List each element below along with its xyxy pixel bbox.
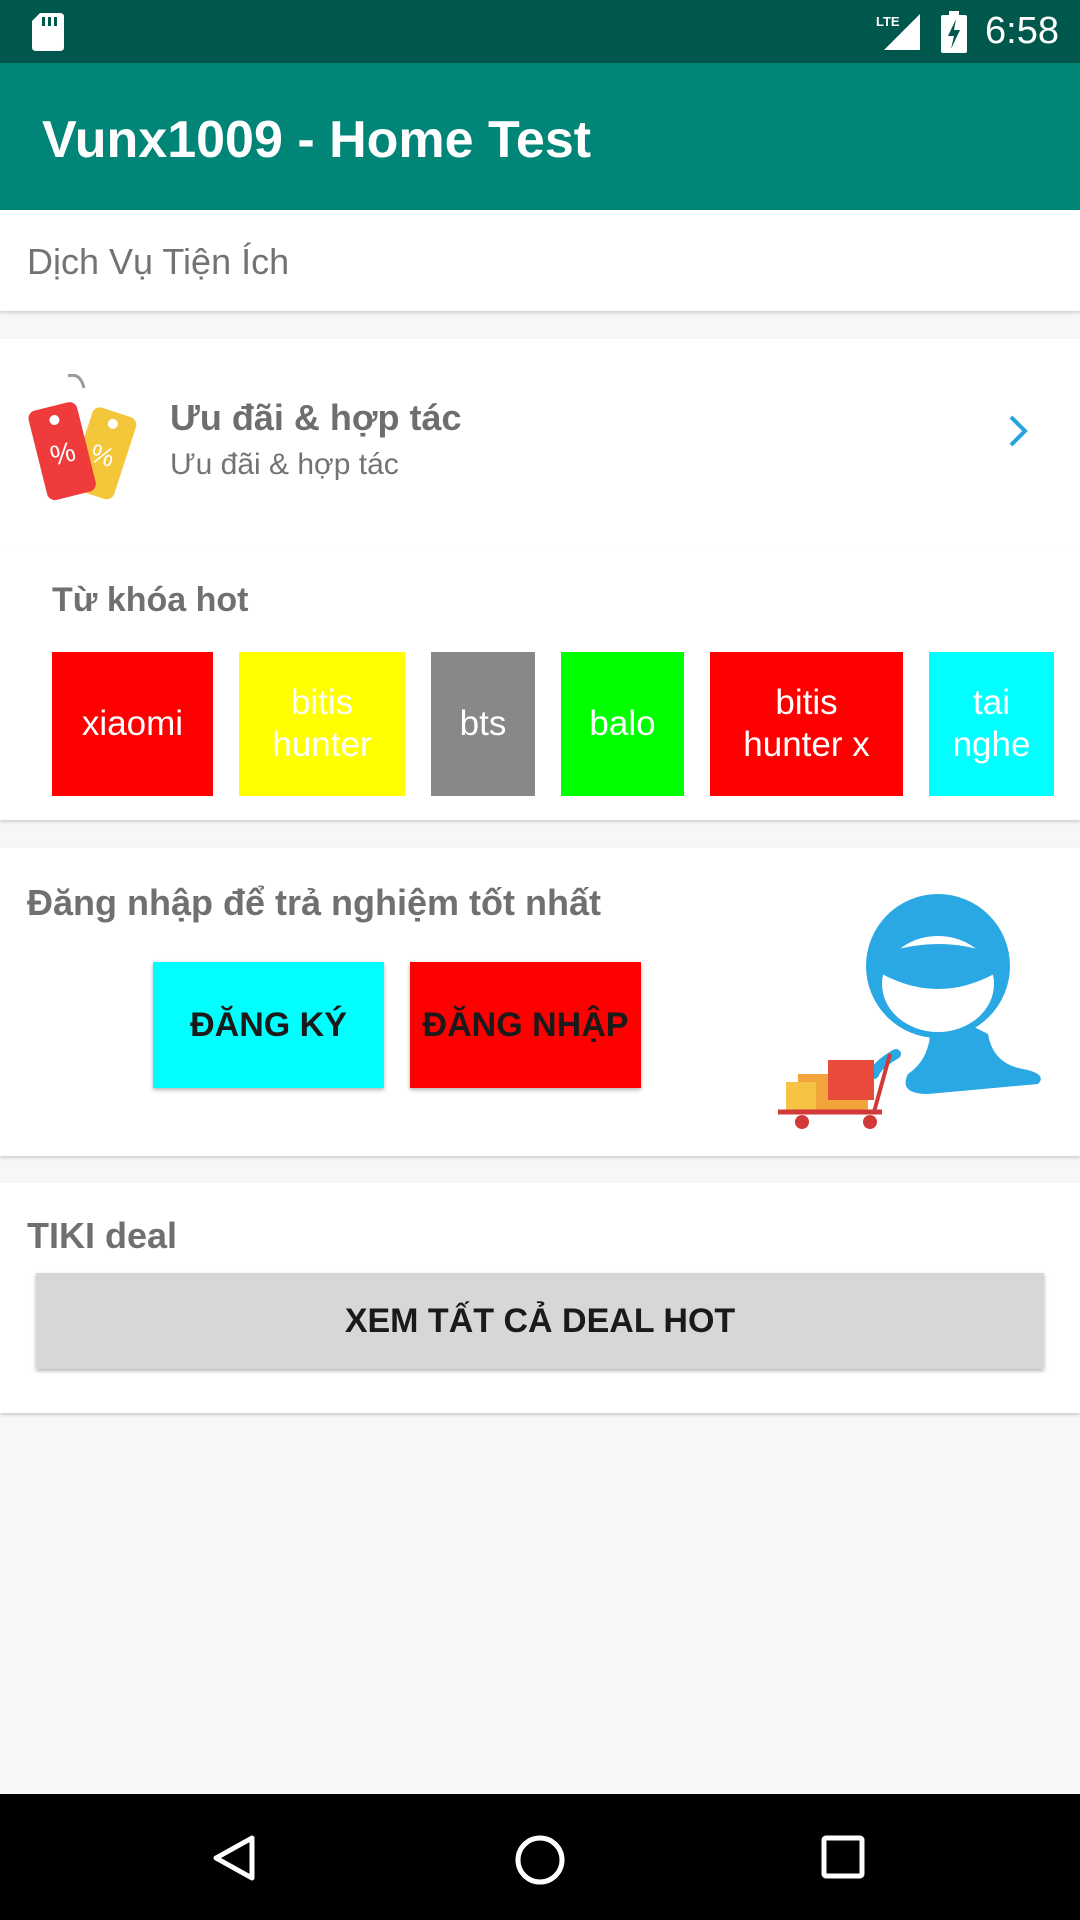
chevron-right-icon (1009, 415, 1028, 447)
recents-icon[interactable] (820, 1834, 866, 1880)
login-button[interactable]: ĐĂNG NHẬP (410, 962, 641, 1088)
login-card: Đăng nhập để trả nghiệm tốt nhất ĐĂNG KÝ… (0, 848, 1080, 1156)
clock: 6:58 (985, 10, 1059, 52)
keyword-chip[interactable]: bts (431, 652, 535, 796)
status-bar: LTE 6:58 (0, 0, 1080, 63)
services-card: Dịch Vụ Tiện Ích (0, 210, 1080, 311)
keyword-chip[interactable]: balo (561, 652, 684, 796)
login-title: Đăng nhập để trả nghiệm tốt nhất (27, 882, 601, 923)
keyword-chip[interactable]: tai nghe (929, 652, 1054, 796)
lte-signal-icon: LTE (876, 14, 920, 50)
app-title: Vunx1009 - Home Test (42, 111, 592, 169)
sd-card-icon (32, 13, 64, 51)
promo-subtitle: Ưu đãi & hợp tác (170, 448, 399, 481)
keyword-chip[interactable]: xiaomi (52, 652, 213, 796)
view-all-deals-button[interactable]: XEM TẤT CẢ DEAL HOT (36, 1273, 1044, 1369)
price-tag-icon: % % (28, 374, 137, 501)
app-bar: Vunx1009 - Home Test (0, 63, 1080, 210)
battery-charging-icon (941, 11, 967, 53)
back-icon[interactable] (212, 1834, 256, 1882)
promo-title: Ưu đãi & hợp tác (170, 397, 462, 438)
deals-card: TIKI deal XEM TẤT CẢ DEAL HOT (0, 1183, 1080, 1413)
keyword-chip[interactable]: bitis hunter (239, 652, 405, 796)
register-button[interactable]: ĐĂNG KÝ (153, 962, 384, 1088)
services-header: Dịch Vụ Tiện Ích (27, 241, 290, 282)
svg-text:LTE: LTE (876, 14, 900, 29)
hot-keywords-card: Từ khóa hot xiaomi bitis hunter bts balo… (0, 547, 1080, 820)
keyword-chip[interactable]: bitis hunter x (710, 652, 903, 796)
promo-card[interactable]: % % Ưu đãi & hợp tác Ưu đãi & hợp tác (0, 339, 1080, 547)
home-icon[interactable] (514, 1834, 566, 1886)
tiki-mascot-illustration (778, 894, 1041, 1129)
hot-keywords-title: Từ khóa hot (52, 581, 249, 619)
deals-title: TIKI deal (27, 1215, 178, 1256)
nav-bar (0, 1794, 1080, 1920)
